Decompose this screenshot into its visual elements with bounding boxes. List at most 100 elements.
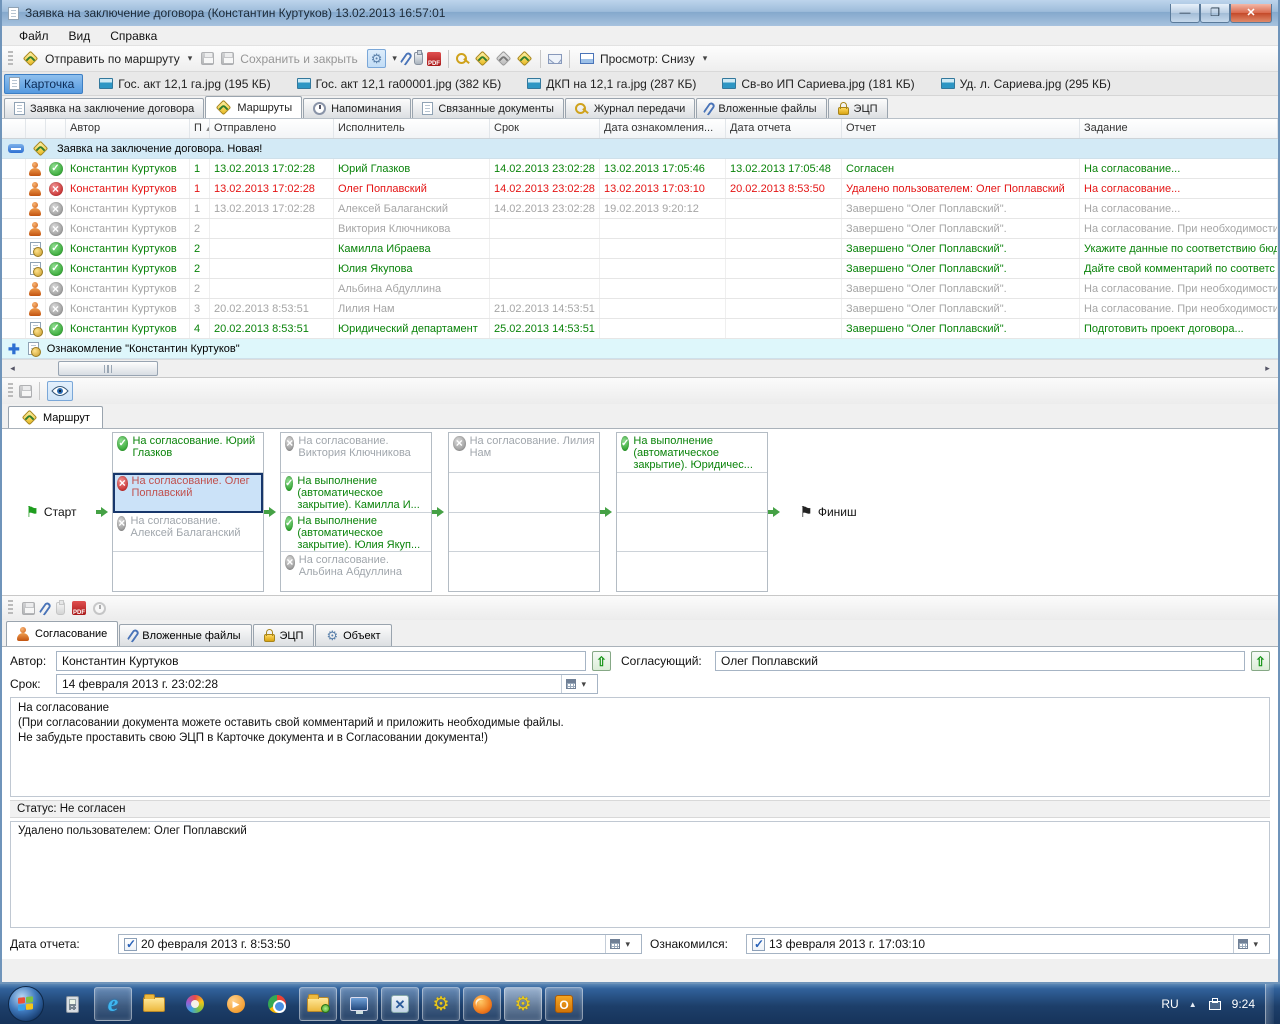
tab-linked-docs[interactable]: Связанные документы bbox=[412, 98, 564, 118]
menu-help[interactable]: Справка bbox=[101, 27, 166, 45]
pdf-export-button[interactable] bbox=[72, 601, 86, 615]
route-step[interactable]: На согласование. Алексей Балаганский bbox=[113, 513, 263, 553]
collapse-icon[interactable] bbox=[8, 144, 24, 153]
taskbar-item-paint[interactable] bbox=[176, 987, 214, 1021]
task-description-text[interactable]: На согласование (При согласовании докуме… bbox=[10, 697, 1270, 797]
acknowledged-date-field[interactable]: 13 февраля 2013 г. 17:03:10 ▾ bbox=[746, 934, 1270, 954]
tab-request[interactable]: Заявка на заключение договора bbox=[4, 98, 204, 118]
restore-button[interactable]: ❐ bbox=[1200, 4, 1230, 23]
tab-reminders[interactable]: Напоминания bbox=[303, 98, 411, 118]
taskbar-item-media-player[interactable] bbox=[217, 987, 255, 1021]
col-executor[interactable]: Исполнитель bbox=[334, 119, 490, 138]
author-field[interactable]: Константин Куртуков bbox=[56, 651, 586, 671]
route-step-empty[interactable] bbox=[617, 473, 767, 513]
taskbar-item-chrome[interactable] bbox=[258, 987, 296, 1021]
tab-object[interactable]: ⚙Объект bbox=[315, 624, 391, 646]
network-icon[interactable] bbox=[1207, 998, 1222, 1010]
col-author[interactable]: Автор bbox=[66, 119, 190, 138]
attachment-tab[interactable]: ДКП на 12,1 га.jpg (287 КБ) bbox=[517, 75, 706, 93]
taskbar-item-settings-2[interactable]: ⚙ bbox=[504, 987, 542, 1021]
table-row[interactable]: Константин Куртуков2Юлия ЯкуповаЗавершен… bbox=[2, 259, 1278, 279]
route-back-button[interactable] bbox=[496, 51, 512, 67]
expand-icon[interactable]: ✚ bbox=[8, 343, 20, 355]
tab-digital-signature[interactable]: ЭЦП bbox=[253, 624, 315, 646]
view-mode-chevron-icon[interactable]: ▾ bbox=[390, 53, 399, 64]
table-row[interactable]: Константин Куртуков420.02.2013 8:53:51Юр… bbox=[2, 319, 1278, 339]
scroll-left-icon[interactable]: ◂ bbox=[4, 361, 21, 376]
route-save-button[interactable] bbox=[517, 51, 533, 67]
menu-file[interactable]: Файл bbox=[10, 27, 58, 45]
table-row[interactable]: Константин Куртуков2Виктория КлючниковаЗ… bbox=[2, 219, 1278, 239]
route-step[interactable]: На согласование. Альбина Абдуллина bbox=[281, 552, 431, 591]
route-step-empty[interactable] bbox=[449, 473, 599, 513]
route-step-empty[interactable] bbox=[449, 552, 599, 591]
col-report-date[interactable]: Дата отчета bbox=[726, 119, 842, 138]
tab-digital-signature[interactable]: ЭЦП bbox=[828, 98, 888, 118]
route-step[interactable]: На согласование. Виктория Ключникова bbox=[281, 433, 431, 473]
scrollbar-thumb[interactable] bbox=[58, 361, 158, 376]
col-p[interactable]: П▲ bbox=[190, 119, 210, 138]
minimize-button[interactable]: — bbox=[1170, 4, 1200, 23]
group-row-request[interactable]: Заявка на заключение договора. Новая! bbox=[2, 139, 1278, 159]
tab-attached-files[interactable]: Вложенные файлы bbox=[119, 624, 251, 646]
report-date-field[interactable]: 20 февраля 2013 г. 8:53:50 ▾ bbox=[118, 934, 642, 954]
mail-button[interactable] bbox=[548, 54, 562, 64]
tab-transfer-log[interactable]: Журнал передачи bbox=[565, 98, 695, 118]
acknowledged-checkbox[interactable] bbox=[752, 938, 765, 951]
route-save-button[interactable] bbox=[19, 385, 32, 398]
open-author-button[interactable]: ⇧ bbox=[592, 651, 611, 671]
table-row[interactable]: Константин Куртуков113.02.2013 17:02:28Ю… bbox=[2, 159, 1278, 179]
route-step-empty[interactable] bbox=[617, 552, 767, 591]
taskbar-item-explorer[interactable] bbox=[135, 987, 173, 1021]
approver-field[interactable]: Олег Поплавский bbox=[715, 651, 1245, 671]
taskbar-item-settings-1[interactable]: ⚙ bbox=[422, 987, 460, 1021]
save-button[interactable] bbox=[22, 602, 35, 615]
col-sent[interactable]: Отправлено bbox=[210, 119, 334, 138]
col-read-date[interactable]: Дата ознакомления... bbox=[600, 119, 726, 138]
calendar-picker-button[interactable]: ▾ bbox=[561, 675, 592, 693]
route-step[interactable]: На согласование. Лилия Нам bbox=[449, 433, 599, 473]
save-button[interactable] bbox=[201, 52, 214, 65]
route-finish-node[interactable]: ⚑ Финиш bbox=[784, 432, 872, 592]
taskbar-item-shared-folder[interactable] bbox=[299, 987, 337, 1021]
send-route-button[interactable]: Отправить по маршруту ▾ bbox=[19, 49, 197, 68]
preview-toggle-button[interactable] bbox=[47, 381, 73, 401]
attach-file-button[interactable] bbox=[400, 51, 413, 66]
due-date-field[interactable]: 14 февраля 2013 г. 23:02:28 ▾ bbox=[56, 674, 598, 694]
language-indicator[interactable]: RU bbox=[1161, 997, 1178, 1011]
col-report[interactable]: Отчет bbox=[842, 119, 1080, 138]
table-row[interactable]: Константин Куртуков2Камилла ИбраеваЗавер… bbox=[2, 239, 1278, 259]
horizontal-scrollbar[interactable]: ◂ ▸ bbox=[2, 359, 1278, 377]
start-button[interactable] bbox=[8, 986, 44, 1022]
tab-routes[interactable]: Маршруты bbox=[205, 96, 302, 118]
route-start-node[interactable]: ⚑ Старт bbox=[6, 432, 96, 592]
group-row-acknowledgement[interactable]: ✚ Ознакомление "Константин Куртуков" bbox=[2, 339, 1278, 359]
taskbar-item-computer[interactable] bbox=[340, 987, 378, 1021]
table-row[interactable]: Константин Куртуков113.02.2013 17:02:28О… bbox=[2, 179, 1278, 199]
menu-view[interactable]: Вид bbox=[60, 27, 100, 45]
preview-position-button[interactable]: Просмотр: Снизу ▾ bbox=[577, 50, 712, 68]
close-button[interactable]: ✕ bbox=[1230, 4, 1272, 23]
route-step-selected[interactable]: На согласование. Олег Поплавский bbox=[113, 473, 263, 513]
route-step-empty[interactable] bbox=[617, 513, 767, 553]
calendar-picker-button[interactable]: ▾ bbox=[605, 935, 636, 953]
tray-expand-icon[interactable]: ▲ bbox=[1189, 1000, 1197, 1009]
tab-attached-files[interactable]: Вложенные файлы bbox=[696, 98, 826, 118]
route-step-empty[interactable] bbox=[449, 513, 599, 553]
route-step[interactable]: На согласование. Юрий Глазков bbox=[113, 433, 263, 473]
tab-route[interactable]: Маршрут bbox=[8, 406, 103, 428]
taskbar-item-calculator[interactable] bbox=[53, 987, 91, 1021]
show-desktop-button[interactable] bbox=[1265, 984, 1274, 1024]
calendar-picker-button[interactable]: ▾ bbox=[1233, 935, 1264, 953]
table-row[interactable]: Константин Куртуков2Альбина АбдуллинаЗав… bbox=[2, 279, 1278, 299]
report-date-checkbox[interactable] bbox=[124, 938, 137, 951]
col-due[interactable]: Срок bbox=[490, 119, 600, 138]
clock[interactable]: 9:24 bbox=[1232, 997, 1255, 1011]
route-step-empty[interactable] bbox=[113, 552, 263, 591]
taskbar-item-outlook[interactable]: O bbox=[545, 987, 583, 1021]
scan-button[interactable] bbox=[414, 52, 423, 65]
taskbar-item-internet-explorer[interactable]: e bbox=[94, 987, 132, 1021]
table-row[interactable]: Константин Куртуков320.02.2013 8:53:51Ли… bbox=[2, 299, 1278, 319]
attachment-tab[interactable]: Св-во ИП Сариева.jpg (181 КБ) bbox=[712, 75, 924, 93]
open-approver-button[interactable]: ⇧ bbox=[1251, 651, 1270, 671]
